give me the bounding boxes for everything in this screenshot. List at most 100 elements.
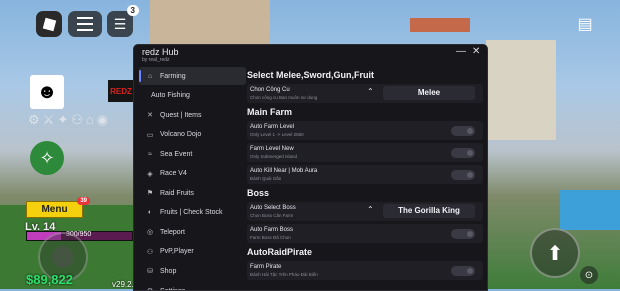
jump-arrow-icon: ⬆ bbox=[546, 242, 564, 265]
toggle-switch[interactable] bbox=[451, 229, 475, 239]
toggle-switch[interactable] bbox=[451, 148, 475, 158]
compass-button[interactable]: ✧ bbox=[30, 141, 64, 175]
dropdown-value[interactable]: The Gorilla King bbox=[383, 204, 475, 218]
sidebar-item-settings[interactable]: ⚙Settings bbox=[139, 282, 246, 290]
sidebar-item-raid-fruits[interactable]: ⚑ Raid Fruits bbox=[139, 184, 246, 202]
sidebar-item-label: Fruits | Check Stock bbox=[160, 209, 223, 217]
toggle-switch[interactable] bbox=[451, 170, 475, 180]
sidebar-item-farming[interactable]: ⌂ Farming bbox=[139, 67, 246, 85]
option-title: Farm Level New bbox=[250, 146, 294, 152]
auto-farm-level-toggle-row[interactable]: Auto Farm Level Only Level 1 -> Level 26… bbox=[247, 121, 483, 140]
joystick-knob[interactable] bbox=[52, 246, 74, 268]
sidebar-item-label: Volcano Dojo bbox=[160, 131, 202, 139]
raid-icon: ⚑ bbox=[146, 190, 154, 198]
compass-icon: ✧ bbox=[39, 147, 55, 168]
option-title: Chon Công Cu bbox=[250, 87, 290, 93]
home-icon[interactable]: ⌂ bbox=[86, 112, 94, 128]
toggle-knob bbox=[467, 268, 473, 274]
sidebar-item-shop[interactable]: ⛁ Shop bbox=[139, 262, 246, 280]
option-description: Only Submerged Island bbox=[250, 154, 298, 159]
game-menu-button[interactable]: Menu 39 bbox=[26, 197, 90, 218]
auto-farm-boss-toggle-row[interactable]: Auto Farm Boss Farm Boss Đã Chon bbox=[247, 224, 483, 243]
section-title-raid-pirate: AutoRaidPirate bbox=[247, 247, 313, 257]
profile-icon[interactable]: ◉ bbox=[97, 112, 108, 128]
chevron-up-icon[interactable]: ⌃ bbox=[367, 87, 374, 96]
option-title: Auto Farm Boss bbox=[250, 227, 294, 233]
toggle-knob bbox=[467, 231, 473, 237]
section-title-boss: Boss bbox=[247, 188, 270, 198]
background-building bbox=[486, 40, 556, 140]
lock-icon: ⊙ bbox=[584, 269, 594, 281]
version-label: v29.2. bbox=[112, 280, 134, 289]
option-description: Farm Boss Đã Chon bbox=[250, 235, 291, 240]
farm-pirate-toggle-row[interactable]: Farm Pirate Đánh Hải Tặc Trên Pháo Đài B… bbox=[247, 261, 483, 280]
sidebar-item-label: Settings bbox=[160, 288, 185, 290]
fruit-icon: ◐ bbox=[147, 209, 153, 217]
sidebar-item-label: Shop bbox=[160, 267, 177, 275]
farm-level-new-toggle-row[interactable]: Farm Level New Only Submerged Island bbox=[247, 143, 483, 162]
chat-icon: ☰ bbox=[113, 15, 127, 32]
option-description: Đánh Quái Gần bbox=[250, 176, 282, 181]
hamburger-menu-button[interactable] bbox=[68, 11, 102, 37]
toggle-knob bbox=[467, 128, 473, 134]
sidebar-item-label: Teleport bbox=[160, 228, 185, 236]
option-title: Auto Farm Level bbox=[250, 124, 295, 130]
active-indicator bbox=[139, 70, 141, 82]
character-avatar[interactable]: ☻ bbox=[30, 75, 64, 109]
option-title: Farm Pirate bbox=[250, 264, 282, 270]
option-description: Only Level 1 -> Level 2650 bbox=[250, 132, 304, 137]
panel-title: redz Hub bbox=[142, 47, 179, 57]
home-icon: ⌂ bbox=[147, 72, 153, 80]
sidebar-item-label: Farming bbox=[160, 72, 186, 80]
toggle-knob bbox=[467, 172, 473, 178]
toggle-knob bbox=[467, 150, 473, 156]
redz-hub-panel: redz Hub by real_redz — ✕ ⌂ Farming Auto F… bbox=[133, 44, 488, 291]
sidebar-item-volcano-dojo[interactable]: ▭ Volcano Dojo bbox=[139, 126, 246, 144]
chevron-up-icon[interactable]: ⌃ bbox=[367, 205, 374, 214]
redz-toggle-button[interactable]: REDZ bbox=[108, 80, 134, 102]
toggle-switch[interactable] bbox=[451, 266, 475, 276]
leaderboard-button[interactable]: ▤ bbox=[574, 14, 596, 34]
sidebar-item-teleport[interactable]: ◎ Teleport bbox=[139, 223, 246, 241]
background-roof bbox=[410, 18, 470, 32]
panel-author: by real_redz bbox=[142, 57, 170, 63]
hud-icon-row: ⚙ ⚔ ✦ ⚇ ⌂ ◉ bbox=[28, 112, 108, 128]
dropdown-value[interactable]: Melee bbox=[383, 86, 475, 100]
stats-icon[interactable]: ✦ bbox=[57, 112, 68, 128]
sidebar-item-pvp-player[interactable]: ⚇ PvP,Player bbox=[139, 243, 246, 261]
roblox-logo-icon bbox=[42, 17, 56, 31]
kill-near-toggle-row[interactable]: Auto Kill Near | Mob Aura Đánh Quái Gần bbox=[247, 165, 483, 184]
sidebar-item-race-v4[interactable]: ◈ Race V4 bbox=[139, 165, 246, 183]
panel-sidebar: ⌂ Farming Auto Fishing ✕ Quest | Items ▭ Volca… bbox=[139, 67, 246, 290]
wave-icon: ≈ bbox=[148, 150, 152, 158]
boss-select-dropdown[interactable]: Auto Select Boss Chon Boss Cân Farm ⌃ Th… bbox=[247, 202, 483, 221]
sidebar-item-sea-event[interactable]: ≈ Sea Event bbox=[139, 145, 246, 163]
chat-button[interactable]: ☰ 3 bbox=[107, 5, 139, 37]
toggle-switch[interactable] bbox=[451, 126, 475, 136]
panel-content: Select Melee,Sword,Gun,Fruit Chon Công C… bbox=[247, 67, 483, 283]
team-icon[interactable]: ⚇ bbox=[71, 112, 83, 128]
option-title: Auto Kill Near | Mob Aura bbox=[250, 168, 318, 174]
settings-icon[interactable]: ⚙ bbox=[28, 112, 40, 128]
option-title: Auto Select Boss bbox=[250, 205, 296, 211]
minimize-button[interactable]: — bbox=[456, 46, 466, 57]
panel-header[interactable]: redz Hub by real_redz — ✕ bbox=[134, 45, 487, 65]
roblox-menu-button[interactable] bbox=[36, 11, 62, 37]
sidebar-item-quest-items[interactable]: ✕ Quest | Items bbox=[139, 106, 246, 124]
sidebar-item-fruits-check-stock[interactable]: ◐ Fruits | Check Stock bbox=[139, 204, 246, 222]
shop-icon: ⛁ bbox=[147, 268, 153, 276]
shift-lock-button[interactable]: ⊙ bbox=[580, 266, 598, 284]
crew-icon[interactable]: ⚔ bbox=[43, 112, 55, 128]
section-title-main-farm: Main Farm bbox=[247, 107, 293, 117]
gear-icon: ⚙ bbox=[143, 287, 157, 290]
sidebar-item-label: Quest | Items bbox=[160, 111, 202, 119]
jump-button[interactable]: ⬆ bbox=[530, 228, 580, 278]
close-button[interactable]: ✕ bbox=[472, 46, 480, 57]
sidebar-item-auto-fishing[interactable]: Auto Fishing bbox=[139, 87, 246, 105]
sidebar-item-label: Race V4 bbox=[160, 170, 187, 178]
pvp-icon: ⚇ bbox=[146, 248, 154, 256]
background-building bbox=[150, 0, 270, 44]
option-description: Chon Boss Cân Farm bbox=[250, 213, 294, 218]
weapon-select-dropdown[interactable]: Chon Công Cu Chon công cu Ban muôn sư du… bbox=[247, 84, 483, 103]
background-water bbox=[560, 190, 620, 230]
